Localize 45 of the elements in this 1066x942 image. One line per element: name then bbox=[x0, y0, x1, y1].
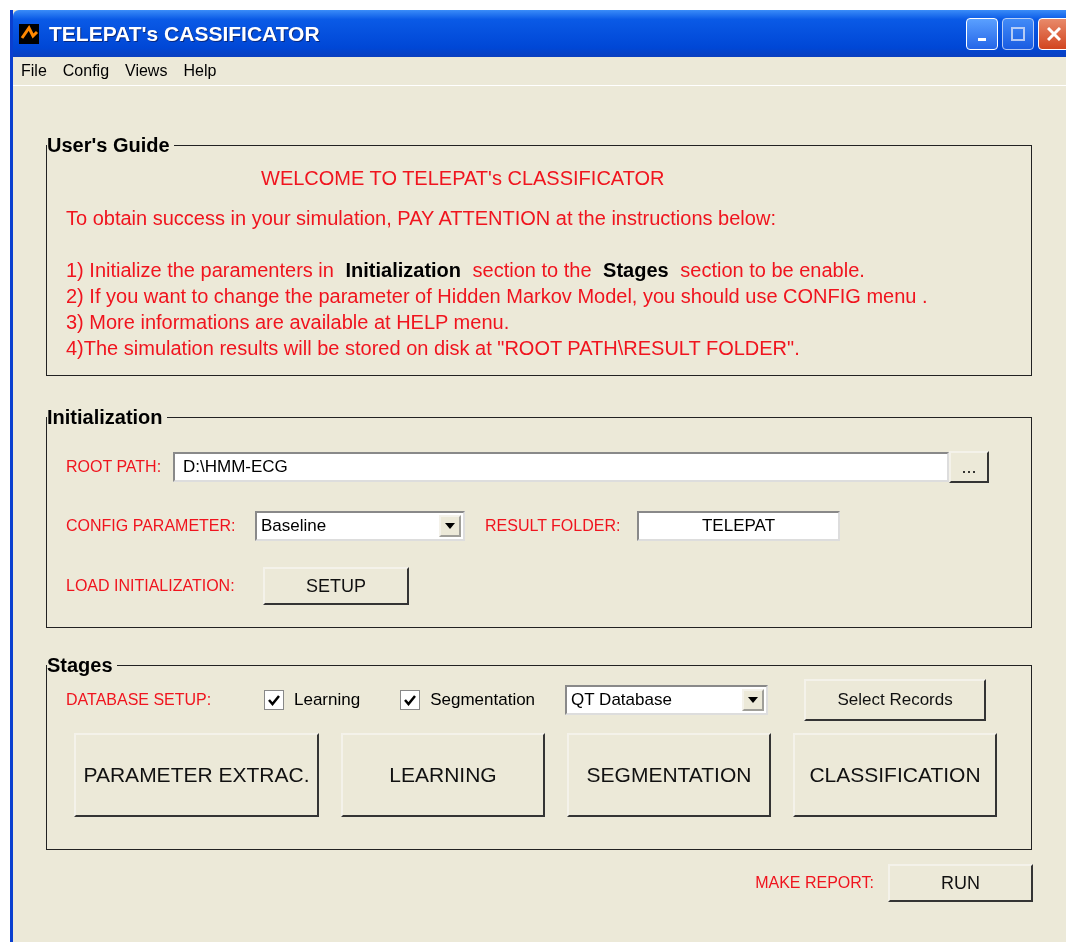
menu-item[interactable]: Views bbox=[117, 62, 176, 80]
field-label: CONFIG PARAMETER: bbox=[66, 517, 237, 535]
field-label: DATABASE SETUP: bbox=[66, 691, 213, 709]
section-title: Initialization bbox=[47, 406, 164, 429]
select-records-button[interactable]: Select Records bbox=[804, 679, 987, 721]
window-title: TELEPAT's CASSIFICATOR bbox=[49, 21, 321, 46]
stage-button[interactable]: SEGMENTATION bbox=[567, 733, 771, 817]
checkbox-label: Segmentation bbox=[430, 690, 536, 710]
stage-button[interactable]: PARAMETER EXTRAC. bbox=[74, 733, 319, 817]
minimize-button[interactable] bbox=[966, 17, 998, 50]
menu-item[interactable]: Help bbox=[175, 62, 225, 80]
input-field[interactable]: TELEPAT bbox=[637, 511, 840, 541]
dropdown[interactable]: Baseline bbox=[255, 511, 465, 541]
instruction-text: 1) Initialize the paramenters in Initialization section to the Stages section to be enable. bbox=[66, 258, 866, 283]
intro-text: To obtain success in your simulation, PAY ATTENTION at the instructions below: bbox=[66, 206, 777, 231]
field-label: LOAD INITIALIZATION: bbox=[66, 577, 236, 595]
menu-item[interactable]: Config bbox=[54, 62, 118, 80]
dropdown[interactable]: QT Database bbox=[565, 685, 769, 715]
app-logo-icon bbox=[19, 23, 39, 44]
stage-button[interactable]: LEARNING bbox=[341, 733, 545, 817]
check-mark-icon bbox=[268, 694, 280, 706]
welcome-heading: WELCOME TO TELEPAT's CLASSIFICATOR bbox=[261, 166, 666, 191]
browse-button[interactable]: ... bbox=[949, 451, 989, 483]
checkbox-label: Learning bbox=[294, 690, 361, 710]
checkbox[interactable] bbox=[264, 690, 284, 710]
instruction-text: 2) If you want to change the parameter of Hidden Markov Model, you should use CONFIG menu . bbox=[66, 284, 929, 309]
section-title: User's Guide bbox=[47, 134, 171, 157]
close-button[interactable] bbox=[1038, 17, 1066, 50]
minimize-icon bbox=[978, 38, 986, 41]
stage-button[interactable]: CLASSIFICATION bbox=[793, 733, 997, 817]
section-title: Stages bbox=[47, 654, 114, 677]
field-label: ROOT PATH: bbox=[66, 458, 163, 476]
maximize-button[interactable] bbox=[1002, 17, 1034, 50]
checkbox[interactable] bbox=[400, 690, 421, 710]
instruction-text: 3) More informations are available at HELP menu. bbox=[66, 310, 511, 335]
close-icon bbox=[1047, 26, 1061, 41]
run-button[interactable]: RUN bbox=[888, 864, 1033, 902]
field-label: MAKE REPORT: bbox=[755, 874, 874, 892]
field-label: RESULT FOLDER: bbox=[485, 517, 622, 535]
menu-item[interactable]: File bbox=[13, 62, 55, 80]
setup-button[interactable]: SETUP bbox=[263, 567, 409, 605]
maximize-icon bbox=[1011, 26, 1025, 41]
input-field[interactable]: D:\HMM-ECG bbox=[173, 452, 949, 482]
instruction-text: 4)The simulation results will be stored on disk at "ROOT PATH\RESULT FOLDER". bbox=[66, 336, 801, 361]
check-mark-icon bbox=[404, 694, 417, 706]
